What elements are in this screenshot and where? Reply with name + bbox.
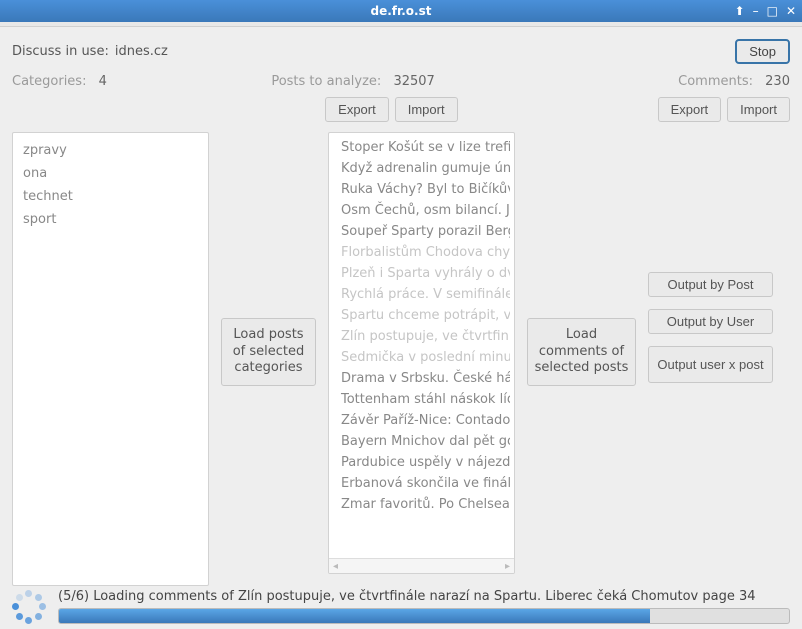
post-item[interactable]: Florbalistům Chodova chyb [333, 242, 510, 263]
post-item[interactable]: Plzeň i Sparta vyhrály o dv [333, 263, 510, 284]
category-item[interactable]: ona [13, 162, 208, 185]
post-item[interactable]: Sedmička v poslední minu [333, 347, 510, 368]
comments-count: 230 [765, 74, 790, 89]
load-comments-button[interactable]: Load comments of selected posts [527, 318, 636, 387]
stop-button[interactable]: Stop [735, 39, 790, 64]
posts-count: 32507 [393, 74, 434, 89]
discuss-value: idnes.cz [115, 44, 168, 59]
load-posts-button[interactable]: Load posts of selected categories [221, 318, 316, 387]
discuss-label: Discuss in use: [12, 44, 109, 59]
post-item[interactable]: Osm Čechů, osm bilancí. Ja [333, 200, 510, 221]
maximize-icon[interactable]: □ [767, 4, 778, 18]
post-item[interactable]: Zlín postupuje, ve čtvrtfin [333, 326, 510, 347]
post-item[interactable]: Ruka Váchy? Byl to Bičíkův [333, 179, 510, 200]
post-item[interactable]: Soupeř Sparty porazil Berg [333, 221, 510, 242]
categories-label: Categories: [12, 74, 86, 89]
post-item[interactable]: Rychlá práce. V semifinále [333, 284, 510, 305]
post-item[interactable]: Když adrenalin gumuje úna [333, 158, 510, 179]
post-item[interactable]: Stoper Košút se v lize trefi [333, 137, 510, 158]
posts-horizontal-scrollbar[interactable]: ◂ ▸ [329, 558, 514, 573]
categories-list[interactable]: zpravyonatechnetsport [12, 132, 209, 586]
post-item[interactable]: Závěr Paříž-Nice: Contador [333, 410, 510, 431]
posts-export-button[interactable]: Export [325, 97, 389, 122]
comments-import-button[interactable]: Import [727, 97, 790, 122]
post-item[interactable]: Erbanová skončila ve finál [333, 473, 510, 494]
categories-count: 4 [99, 74, 107, 89]
pin-icon[interactable]: ⬆ [735, 4, 745, 18]
minimize-icon[interactable]: – [753, 4, 759, 18]
category-item[interactable]: zpravy [13, 139, 208, 162]
window-title: de.fr.o.st [371, 4, 432, 18]
status-message: (5/6) Loading comments of Zlín postupuje… [58, 589, 790, 604]
comments-export-button[interactable]: Export [658, 97, 722, 122]
window-titlebar: de.fr.o.st ⬆ – □ ✕ [0, 0, 802, 22]
category-item[interactable]: technet [13, 185, 208, 208]
scroll-right-icon[interactable]: ▸ [505, 561, 510, 572]
scroll-left-icon[interactable]: ◂ [333, 561, 338, 572]
posts-import-button[interactable]: Import [395, 97, 458, 122]
close-icon[interactable]: ✕ [786, 4, 796, 18]
post-item[interactable]: Tottenham stáhl náskok líd [333, 389, 510, 410]
output-user-x-post-button[interactable]: Output user x post [648, 346, 773, 383]
post-item[interactable]: Bayern Mnichov dal pět gó [333, 431, 510, 452]
comments-label: Comments: [678, 74, 753, 89]
post-item[interactable]: Drama v Srbsku. České há [333, 368, 510, 389]
post-item[interactable]: Zmar favoritů. Po Chelsea [333, 494, 510, 515]
posts-label: Posts to analyze: [271, 74, 381, 89]
category-item[interactable]: sport [13, 208, 208, 231]
loading-spinner-icon [12, 590, 46, 624]
window-controls: ⬆ – □ ✕ [735, 4, 796, 18]
post-item[interactable]: Spartu chceme potrápit, va [333, 305, 510, 326]
progress-bar [58, 608, 790, 624]
posts-list[interactable]: Stoper Košút se v lize trefiKdyž adrenal… [328, 132, 515, 574]
post-item[interactable]: Pardubice uspěly v nájezd [333, 452, 510, 473]
output-by-user-button[interactable]: Output by User [648, 309, 773, 334]
output-by-post-button[interactable]: Output by Post [648, 272, 773, 297]
